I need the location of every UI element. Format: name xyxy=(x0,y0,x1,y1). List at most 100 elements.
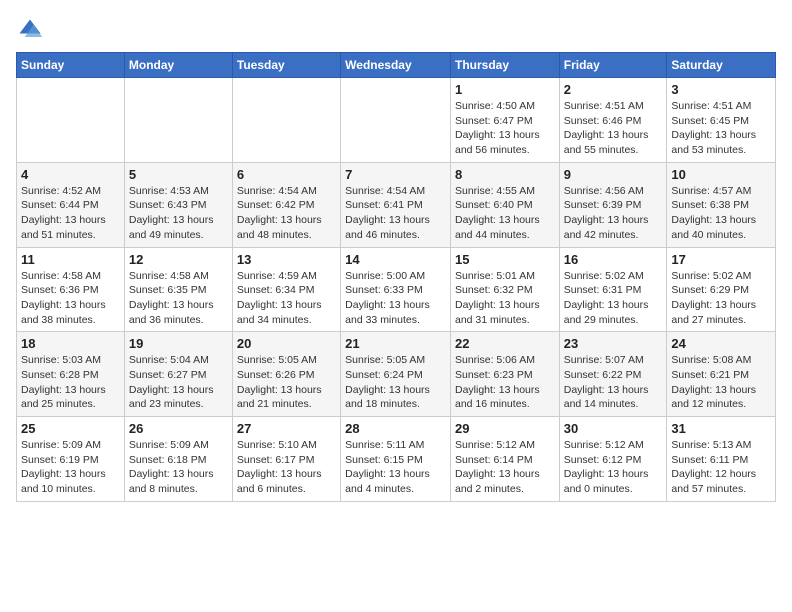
day-info: Sunrise: 4:54 AM Sunset: 6:41 PM Dayligh… xyxy=(345,184,446,243)
calendar-cell: 19 Sunrise: 5:04 AM Sunset: 6:27 PM Dayli… xyxy=(124,332,232,417)
calendar-week-row: 11 Sunrise: 4:58 AM Sunset: 6:36 PM Dayli… xyxy=(17,247,776,332)
day-number: 5 xyxy=(129,167,228,182)
day-number: 31 xyxy=(671,421,771,436)
day-number: 1 xyxy=(455,82,555,97)
day-number: 20 xyxy=(237,336,336,351)
calendar-cell: 28 Sunrise: 5:11 AM Sunset: 6:15 PM Dayli… xyxy=(341,417,451,502)
weekday-header: Friday xyxy=(559,53,667,78)
calendar-cell: 26 Sunrise: 5:09 AM Sunset: 6:18 PM Dayli… xyxy=(124,417,232,502)
day-number: 13 xyxy=(237,252,336,267)
calendar-cell xyxy=(17,78,125,163)
day-number: 27 xyxy=(237,421,336,436)
day-info: Sunrise: 5:10 AM Sunset: 6:17 PM Dayligh… xyxy=(237,438,336,497)
day-info: Sunrise: 4:58 AM Sunset: 6:36 PM Dayligh… xyxy=(21,269,120,328)
logo xyxy=(16,16,48,44)
day-number: 19 xyxy=(129,336,228,351)
day-info: Sunrise: 5:11 AM Sunset: 6:15 PM Dayligh… xyxy=(345,438,446,497)
calendar-cell: 23 Sunrise: 5:07 AM Sunset: 6:22 PM Dayli… xyxy=(559,332,667,417)
calendar-cell: 30 Sunrise: 5:12 AM Sunset: 6:12 PM Dayli… xyxy=(559,417,667,502)
calendar-cell: 17Sunrise: 5:02 AM Sunset: 6:29 PM Dayli… xyxy=(667,247,776,332)
calendar-header: SundayMondayTuesdayWednesdayThursdayFrid… xyxy=(17,53,776,78)
calendar-body: 1 Sunrise: 4:50 AM Sunset: 6:47 PM Daylig… xyxy=(17,78,776,502)
calendar-cell: 9 Sunrise: 4:56 AM Sunset: 6:39 PM Daylig… xyxy=(559,162,667,247)
day-info: Sunrise: 5:12 AM Sunset: 6:14 PM Dayligh… xyxy=(455,438,555,497)
day-info: Sunrise: 5:02 AM Sunset: 6:29 PM Dayligh… xyxy=(671,269,771,328)
calendar-week-row: 25 Sunrise: 5:09 AM Sunset: 6:19 PM Dayli… xyxy=(17,417,776,502)
day-number: 8 xyxy=(455,167,555,182)
day-number: 10 xyxy=(671,167,771,182)
day-info: Sunrise: 5:13 AM Sunset: 6:11 PM Dayligh… xyxy=(671,438,771,497)
calendar-cell: 5 Sunrise: 4:53 AM Sunset: 6:43 PM Daylig… xyxy=(124,162,232,247)
weekday-header: Sunday xyxy=(17,53,125,78)
day-number: 4 xyxy=(21,167,120,182)
page-header xyxy=(16,16,776,44)
weekday-header: Thursday xyxy=(450,53,559,78)
calendar-cell xyxy=(232,78,340,163)
calendar-cell: 22 Sunrise: 5:06 AM Sunset: 6:23 PM Dayli… xyxy=(450,332,559,417)
day-info: Sunrise: 4:53 AM Sunset: 6:43 PM Dayligh… xyxy=(129,184,228,243)
day-info: Sunrise: 4:52 AM Sunset: 6:44 PM Dayligh… xyxy=(21,184,120,243)
day-info: Sunrise: 4:55 AM Sunset: 6:40 PM Dayligh… xyxy=(455,184,555,243)
day-info: Sunrise: 4:54 AM Sunset: 6:42 PM Dayligh… xyxy=(237,184,336,243)
day-number: 29 xyxy=(455,421,555,436)
day-info: Sunrise: 5:00 AM Sunset: 6:33 PM Dayligh… xyxy=(345,269,446,328)
calendar-cell: 21Sunrise: 5:05 AM Sunset: 6:24 PM Dayli… xyxy=(341,332,451,417)
calendar-cell xyxy=(124,78,232,163)
day-info: Sunrise: 5:07 AM Sunset: 6:22 PM Dayligh… xyxy=(564,353,663,412)
calendar-cell: 20 Sunrise: 5:05 AM Sunset: 6:26 PM Dayli… xyxy=(232,332,340,417)
day-number: 7 xyxy=(345,167,446,182)
calendar-cell: 8 Sunrise: 4:55 AM Sunset: 6:40 PM Daylig… xyxy=(450,162,559,247)
day-number: 11 xyxy=(21,252,120,267)
calendar-cell: 3Sunrise: 4:51 AM Sunset: 6:45 PM Daylig… xyxy=(667,78,776,163)
day-info: Sunrise: 5:01 AM Sunset: 6:32 PM Dayligh… xyxy=(455,269,555,328)
day-info: Sunrise: 5:08 AM Sunset: 6:21 PM Dayligh… xyxy=(671,353,771,412)
day-number: 26 xyxy=(129,421,228,436)
day-info: Sunrise: 5:09 AM Sunset: 6:18 PM Dayligh… xyxy=(129,438,228,497)
calendar-cell: 12 Sunrise: 4:58 AM Sunset: 6:35 PM Dayli… xyxy=(124,247,232,332)
calendar-cell: 14 Sunrise: 5:00 AM Sunset: 6:33 PM Dayli… xyxy=(341,247,451,332)
calendar-cell: 29 Sunrise: 5:12 AM Sunset: 6:14 PM Dayli… xyxy=(450,417,559,502)
day-info: Sunrise: 4:57 AM Sunset: 6:38 PM Dayligh… xyxy=(671,184,771,243)
calendar-table: SundayMondayTuesdayWednesdayThursdayFrid… xyxy=(16,52,776,502)
day-number: 28 xyxy=(345,421,446,436)
calendar-cell: 16 Sunrise: 5:02 AM Sunset: 6:31 PM Dayli… xyxy=(559,247,667,332)
day-info: Sunrise: 4:58 AM Sunset: 6:35 PM Dayligh… xyxy=(129,269,228,328)
day-number: 16 xyxy=(564,252,663,267)
calendar-cell: 2Sunrise: 4:51 AM Sunset: 6:46 PM Daylig… xyxy=(559,78,667,163)
calendar-cell xyxy=(341,78,451,163)
weekday-header: Saturday xyxy=(667,53,776,78)
calendar-week-row: 18Sunrise: 5:03 AM Sunset: 6:28 PM Dayli… xyxy=(17,332,776,417)
day-number: 14 xyxy=(345,252,446,267)
day-info: Sunrise: 5:12 AM Sunset: 6:12 PM Dayligh… xyxy=(564,438,663,497)
day-info: Sunrise: 4:50 AM Sunset: 6:47 PM Dayligh… xyxy=(455,99,555,158)
day-number: 9 xyxy=(564,167,663,182)
day-info: Sunrise: 5:06 AM Sunset: 6:23 PM Dayligh… xyxy=(455,353,555,412)
calendar-cell: 13 Sunrise: 4:59 AM Sunset: 6:34 PM Dayli… xyxy=(232,247,340,332)
calendar-cell: 15 Sunrise: 5:01 AM Sunset: 6:32 PM Dayli… xyxy=(450,247,559,332)
day-info: Sunrise: 5:04 AM Sunset: 6:27 PM Dayligh… xyxy=(129,353,228,412)
calendar-cell: 7 Sunrise: 4:54 AM Sunset: 6:41 PM Daylig… xyxy=(341,162,451,247)
day-number: 25 xyxy=(21,421,120,436)
logo-icon xyxy=(16,16,44,44)
weekday-header: Tuesday xyxy=(232,53,340,78)
day-number: 12 xyxy=(129,252,228,267)
day-number: 21 xyxy=(345,336,446,351)
day-info: Sunrise: 5:05 AM Sunset: 6:26 PM Dayligh… xyxy=(237,353,336,412)
calendar-cell: 24Sunrise: 5:08 AM Sunset: 6:21 PM Dayli… xyxy=(667,332,776,417)
calendar-cell: 31 Sunrise: 5:13 AM Sunset: 6:11 PM Dayli… xyxy=(667,417,776,502)
day-info: Sunrise: 4:51 AM Sunset: 6:45 PM Dayligh… xyxy=(671,99,771,158)
calendar-week-row: 1 Sunrise: 4:50 AM Sunset: 6:47 PM Daylig… xyxy=(17,78,776,163)
day-info: Sunrise: 5:02 AM Sunset: 6:31 PM Dayligh… xyxy=(564,269,663,328)
day-number: 22 xyxy=(455,336,555,351)
calendar-cell: 4 Sunrise: 4:52 AM Sunset: 6:44 PM Daylig… xyxy=(17,162,125,247)
day-number: 23 xyxy=(564,336,663,351)
day-info: Sunrise: 4:56 AM Sunset: 6:39 PM Dayligh… xyxy=(564,184,663,243)
day-info: Sunrise: 4:59 AM Sunset: 6:34 PM Dayligh… xyxy=(237,269,336,328)
day-info: Sunrise: 5:03 AM Sunset: 6:28 PM Dayligh… xyxy=(21,353,120,412)
calendar-cell: 18Sunrise: 5:03 AM Sunset: 6:28 PM Dayli… xyxy=(17,332,125,417)
day-info: Sunrise: 5:09 AM Sunset: 6:19 PM Dayligh… xyxy=(21,438,120,497)
day-number: 15 xyxy=(455,252,555,267)
calendar-cell: 1 Sunrise: 4:50 AM Sunset: 6:47 PM Daylig… xyxy=(450,78,559,163)
day-number: 30 xyxy=(564,421,663,436)
calendar-cell: 25 Sunrise: 5:09 AM Sunset: 6:19 PM Dayli… xyxy=(17,417,125,502)
